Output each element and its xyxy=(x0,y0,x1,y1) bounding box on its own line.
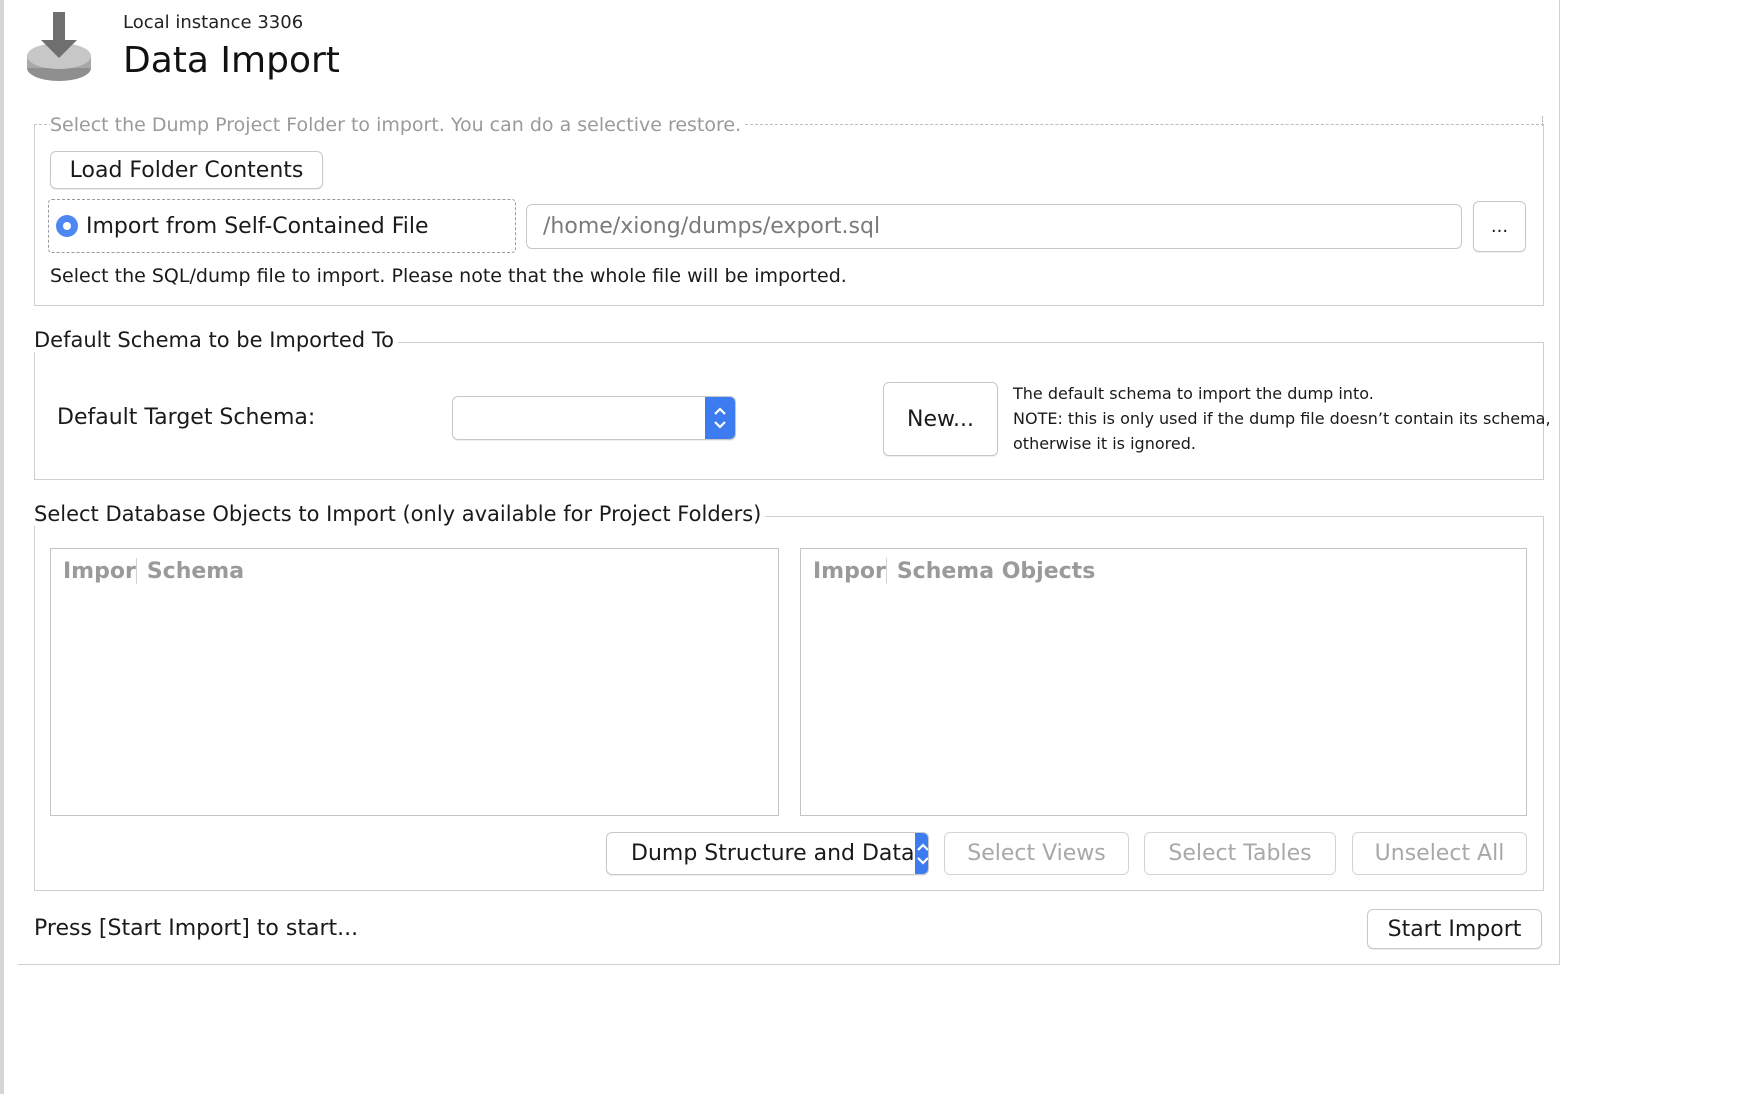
default-schema-section-title: Default Schema to be Imported To xyxy=(34,328,398,352)
default-target-schema-label: Default Target Schema: xyxy=(57,405,316,430)
schema-objects-import-column[interactable]: Impor xyxy=(813,559,886,584)
file-hint: Select the SQL/dump file to import. Plea… xyxy=(50,265,847,287)
default-schema-note-line3: otherwise it is ignored. xyxy=(1013,434,1196,453)
bottom-divider xyxy=(18,964,1560,965)
schema-list-name-column[interactable]: Schema xyxy=(147,559,244,584)
import-download-icon xyxy=(24,10,94,86)
right-divider xyxy=(1559,0,1560,964)
dump-mode-value: Dump Structure and Data xyxy=(631,841,915,866)
schema-objects-name-column[interactable]: Schema Objects xyxy=(897,559,1095,584)
new-schema-button[interactable]: New... xyxy=(883,382,998,456)
chevron-up-down-icon xyxy=(914,833,928,874)
dump-mode-select[interactable]: Dump Structure and Data xyxy=(606,832,929,875)
column-divider xyxy=(135,558,137,584)
scroll-edge xyxy=(34,116,1543,126)
import-status-text: Press [Start Import] to start... xyxy=(34,916,359,941)
load-folder-button[interactable]: Load Folder Contents xyxy=(50,151,323,189)
select-tables-button[interactable]: Select Tables xyxy=(1144,832,1336,875)
default-target-schema-select[interactable] xyxy=(452,396,736,440)
objects-section-title: Select Database Objects to Import (only … xyxy=(34,502,766,526)
select-views-button[interactable]: Select Views xyxy=(944,832,1129,875)
self-contained-file-radio[interactable]: Import from Self-Contained File xyxy=(48,199,516,253)
schema-list-import-column[interactable]: Impor xyxy=(63,559,136,584)
schema-objects-list[interactable]: Impor Schema Objects xyxy=(800,548,1527,816)
radio-selected-icon xyxy=(56,215,78,237)
start-import-button[interactable]: Start Import xyxy=(1367,909,1542,949)
page-title: Data Import xyxy=(123,40,340,81)
default-schema-note-line2: NOTE: this is only used if the dump file… xyxy=(1013,409,1551,428)
self-contained-file-label: Import from Self-Contained File xyxy=(86,213,429,239)
schema-list[interactable]: Impor Schema xyxy=(50,548,779,816)
default-schema-note: The default schema to import the dump in… xyxy=(1013,381,1551,456)
default-schema-note-line1: The default schema to import the dump in… xyxy=(1013,384,1374,403)
connection-name: Local instance 3306 xyxy=(123,12,304,33)
schema-list-header: Impor Schema xyxy=(51,549,778,593)
unselect-all-button[interactable]: Unselect All xyxy=(1352,832,1527,875)
window-left-edge xyxy=(0,0,4,1094)
chevron-up-down-icon xyxy=(705,397,735,439)
browse-button[interactable]: ... xyxy=(1473,201,1526,252)
schema-objects-list-header: Impor Schema Objects xyxy=(801,549,1526,593)
file-path-input[interactable]: /home/xiong/dumps/export.sql xyxy=(526,204,1462,249)
column-divider xyxy=(885,558,887,584)
